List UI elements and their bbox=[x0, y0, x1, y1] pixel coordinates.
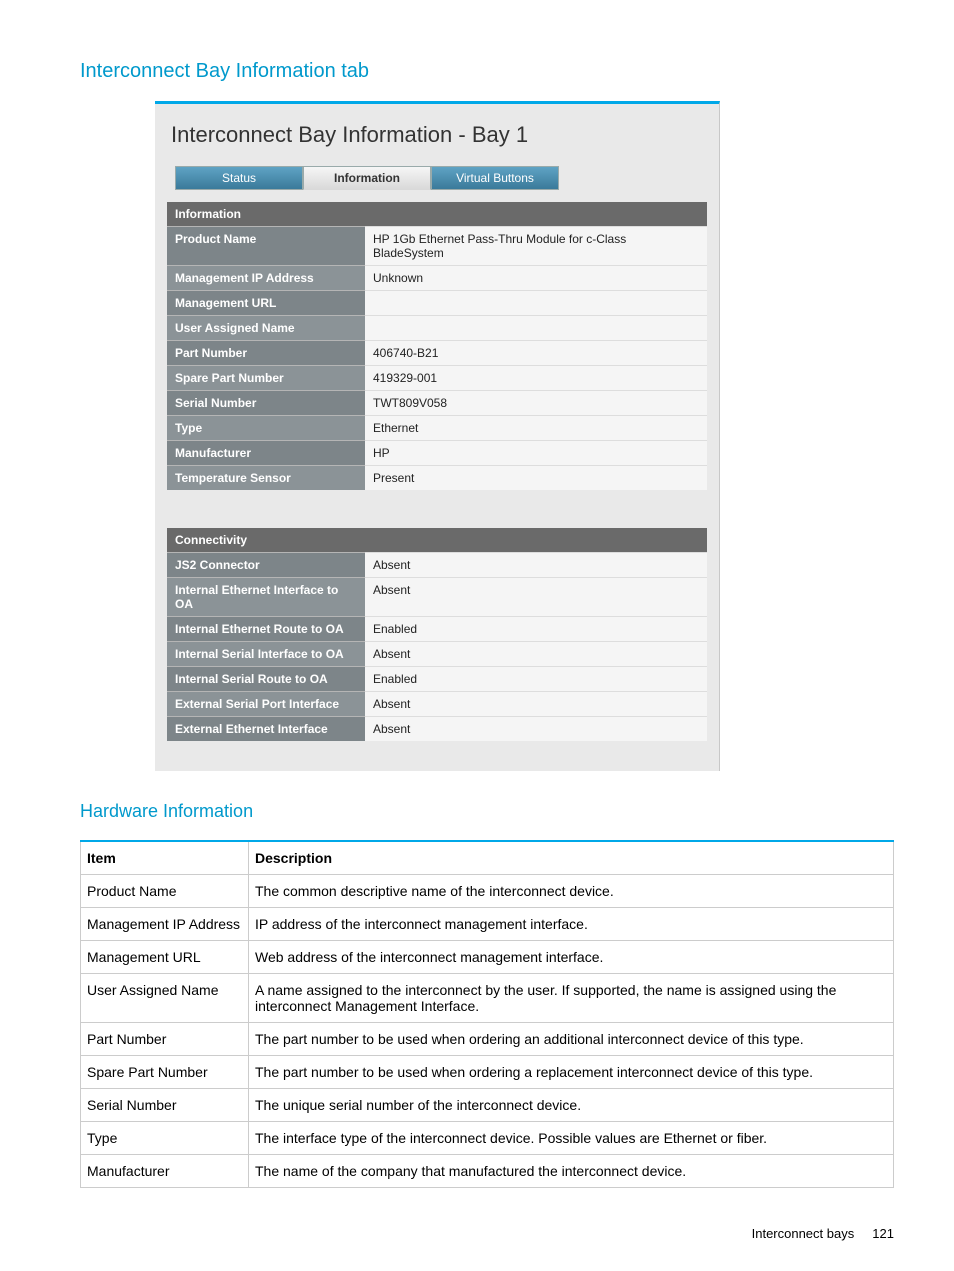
table-row: Part Number406740-B21 bbox=[167, 341, 707, 366]
row-label: Spare Part Number bbox=[167, 366, 365, 391]
row-label: External Serial Port Interface bbox=[167, 692, 365, 717]
table-row: TypeThe interface type of the interconne… bbox=[81, 1122, 894, 1155]
row-value: Absent bbox=[365, 578, 707, 617]
row-label: Product Name bbox=[167, 227, 365, 266]
desc-item: Management URL bbox=[81, 941, 249, 974]
row-label: User Assigned Name bbox=[167, 316, 365, 341]
row-value: Absent bbox=[365, 642, 707, 667]
table-row: Spare Part Number419329-001 bbox=[167, 366, 707, 391]
desc-description: The common descriptive name of the inter… bbox=[249, 875, 894, 908]
row-label: Manufacturer bbox=[167, 441, 365, 466]
row-value: Unknown bbox=[365, 266, 707, 291]
table-row: ManufacturerHP bbox=[167, 441, 707, 466]
desc-description: A name assigned to the interconnect by t… bbox=[249, 974, 894, 1023]
footer-text: Interconnect bays bbox=[752, 1226, 855, 1241]
desc-description: IP address of the interconnect managemen… bbox=[249, 908, 894, 941]
table-row: Management URL bbox=[167, 291, 707, 316]
table-row: Management IP AddressIP address of the i… bbox=[81, 908, 894, 941]
table-row: Product NameHP 1Gb Ethernet Pass-Thru Mo… bbox=[167, 227, 707, 266]
row-value: HP bbox=[365, 441, 707, 466]
table-row: External Serial Port InterfaceAbsent bbox=[167, 692, 707, 717]
sub-section-title: Hardware Information bbox=[80, 801, 894, 822]
desc-item: Spare Part Number bbox=[81, 1056, 249, 1089]
table-row: Internal Serial Route to OAEnabled bbox=[167, 667, 707, 692]
row-value: HP 1Gb Ethernet Pass-Thru Module for c-C… bbox=[365, 227, 707, 266]
tab-information[interactable]: Information bbox=[303, 166, 431, 190]
table-row: Spare Part NumberThe part number to be u… bbox=[81, 1056, 894, 1089]
tab-virtual-buttons[interactable]: Virtual Buttons bbox=[431, 166, 559, 190]
panel-title: Interconnect Bay Information - Bay 1 bbox=[171, 122, 707, 148]
row-label: Internal Ethernet Route to OA bbox=[167, 617, 365, 642]
desc-description: The interface type of the interconnect d… bbox=[249, 1122, 894, 1155]
table-row: Internal Ethernet Interface to OAAbsent bbox=[167, 578, 707, 617]
desc-item: User Assigned Name bbox=[81, 974, 249, 1023]
table-row: User Assigned Name bbox=[167, 316, 707, 341]
section-title: Interconnect Bay Information tab bbox=[80, 60, 894, 83]
row-value: Absent bbox=[365, 692, 707, 717]
tabbar: Status Information Virtual Buttons bbox=[175, 166, 707, 190]
table-row: ManufacturerThe name of the company that… bbox=[81, 1155, 894, 1188]
row-value: Present bbox=[365, 466, 707, 491]
table-section-header: Information bbox=[167, 202, 707, 227]
row-label: Temperature Sensor bbox=[167, 466, 365, 491]
table-row: Management IP AddressUnknown bbox=[167, 266, 707, 291]
row-label: Type bbox=[167, 416, 365, 441]
row-label: External Ethernet Interface bbox=[167, 717, 365, 742]
info-panel: Interconnect Bay Information - Bay 1 Sta… bbox=[155, 101, 720, 771]
table-row: User Assigned NameA name assigned to the… bbox=[81, 974, 894, 1023]
row-value: 406740-B21 bbox=[365, 341, 707, 366]
desc-col-description: Description bbox=[249, 841, 894, 875]
tab-status[interactable]: Status bbox=[175, 166, 303, 190]
desc-col-item: Item bbox=[81, 841, 249, 875]
desc-item: Product Name bbox=[81, 875, 249, 908]
row-value: Ethernet bbox=[365, 416, 707, 441]
row-label: Internal Serial Interface to OA bbox=[167, 642, 365, 667]
row-value: Absent bbox=[365, 717, 707, 742]
row-value: Enabled bbox=[365, 617, 707, 642]
row-value bbox=[365, 316, 707, 341]
desc-item: Serial Number bbox=[81, 1089, 249, 1122]
row-label: JS2 Connector bbox=[167, 553, 365, 578]
table-row: Serial NumberTWT809V058 bbox=[167, 391, 707, 416]
table-row: Part NumberThe part number to be used wh… bbox=[81, 1023, 894, 1056]
row-value: Enabled bbox=[365, 667, 707, 692]
row-label: Serial Number bbox=[167, 391, 365, 416]
table-row: Serial NumberThe unique serial number of… bbox=[81, 1089, 894, 1122]
desc-description: Web address of the interconnect manageme… bbox=[249, 941, 894, 974]
desc-item: Type bbox=[81, 1122, 249, 1155]
table-row: TypeEthernet bbox=[167, 416, 707, 441]
table-row: JS2 ConnectorAbsent bbox=[167, 553, 707, 578]
desc-description: The part number to be used when ordering… bbox=[249, 1023, 894, 1056]
row-label: Internal Serial Route to OA bbox=[167, 667, 365, 692]
information-table: InformationProduct NameHP 1Gb Ethernet P… bbox=[167, 202, 707, 490]
table-row: Product NameThe common descriptive name … bbox=[81, 875, 894, 908]
row-label: Management IP Address bbox=[167, 266, 365, 291]
connectivity-table: ConnectivityJS2 ConnectorAbsentInternal … bbox=[167, 528, 707, 741]
table-row: Temperature SensorPresent bbox=[167, 466, 707, 491]
page: Interconnect Bay Information tab Interco… bbox=[0, 0, 954, 1271]
desc-item: Management IP Address bbox=[81, 908, 249, 941]
row-label: Management URL bbox=[167, 291, 365, 316]
description-table: Item Description Product NameThe common … bbox=[80, 840, 894, 1188]
desc-item: Part Number bbox=[81, 1023, 249, 1056]
footer-page: 121 bbox=[872, 1226, 894, 1241]
row-label: Internal Ethernet Interface to OA bbox=[167, 578, 365, 617]
desc-description: The unique serial number of the intercon… bbox=[249, 1089, 894, 1122]
row-value: 419329-001 bbox=[365, 366, 707, 391]
table-row: Internal Ethernet Route to OAEnabled bbox=[167, 617, 707, 642]
row-label: Part Number bbox=[167, 341, 365, 366]
desc-description: The name of the company that manufacture… bbox=[249, 1155, 894, 1188]
table-row: Management URLWeb address of the interco… bbox=[81, 941, 894, 974]
row-value: Absent bbox=[365, 553, 707, 578]
desc-item: Manufacturer bbox=[81, 1155, 249, 1188]
desc-description: The part number to be used when ordering… bbox=[249, 1056, 894, 1089]
page-footer: Interconnect bays 121 bbox=[752, 1226, 894, 1241]
row-value: TWT809V058 bbox=[365, 391, 707, 416]
table-row: External Ethernet InterfaceAbsent bbox=[167, 717, 707, 742]
table-row: Internal Serial Interface to OAAbsent bbox=[167, 642, 707, 667]
row-value bbox=[365, 291, 707, 316]
table-section-header: Connectivity bbox=[167, 528, 707, 553]
